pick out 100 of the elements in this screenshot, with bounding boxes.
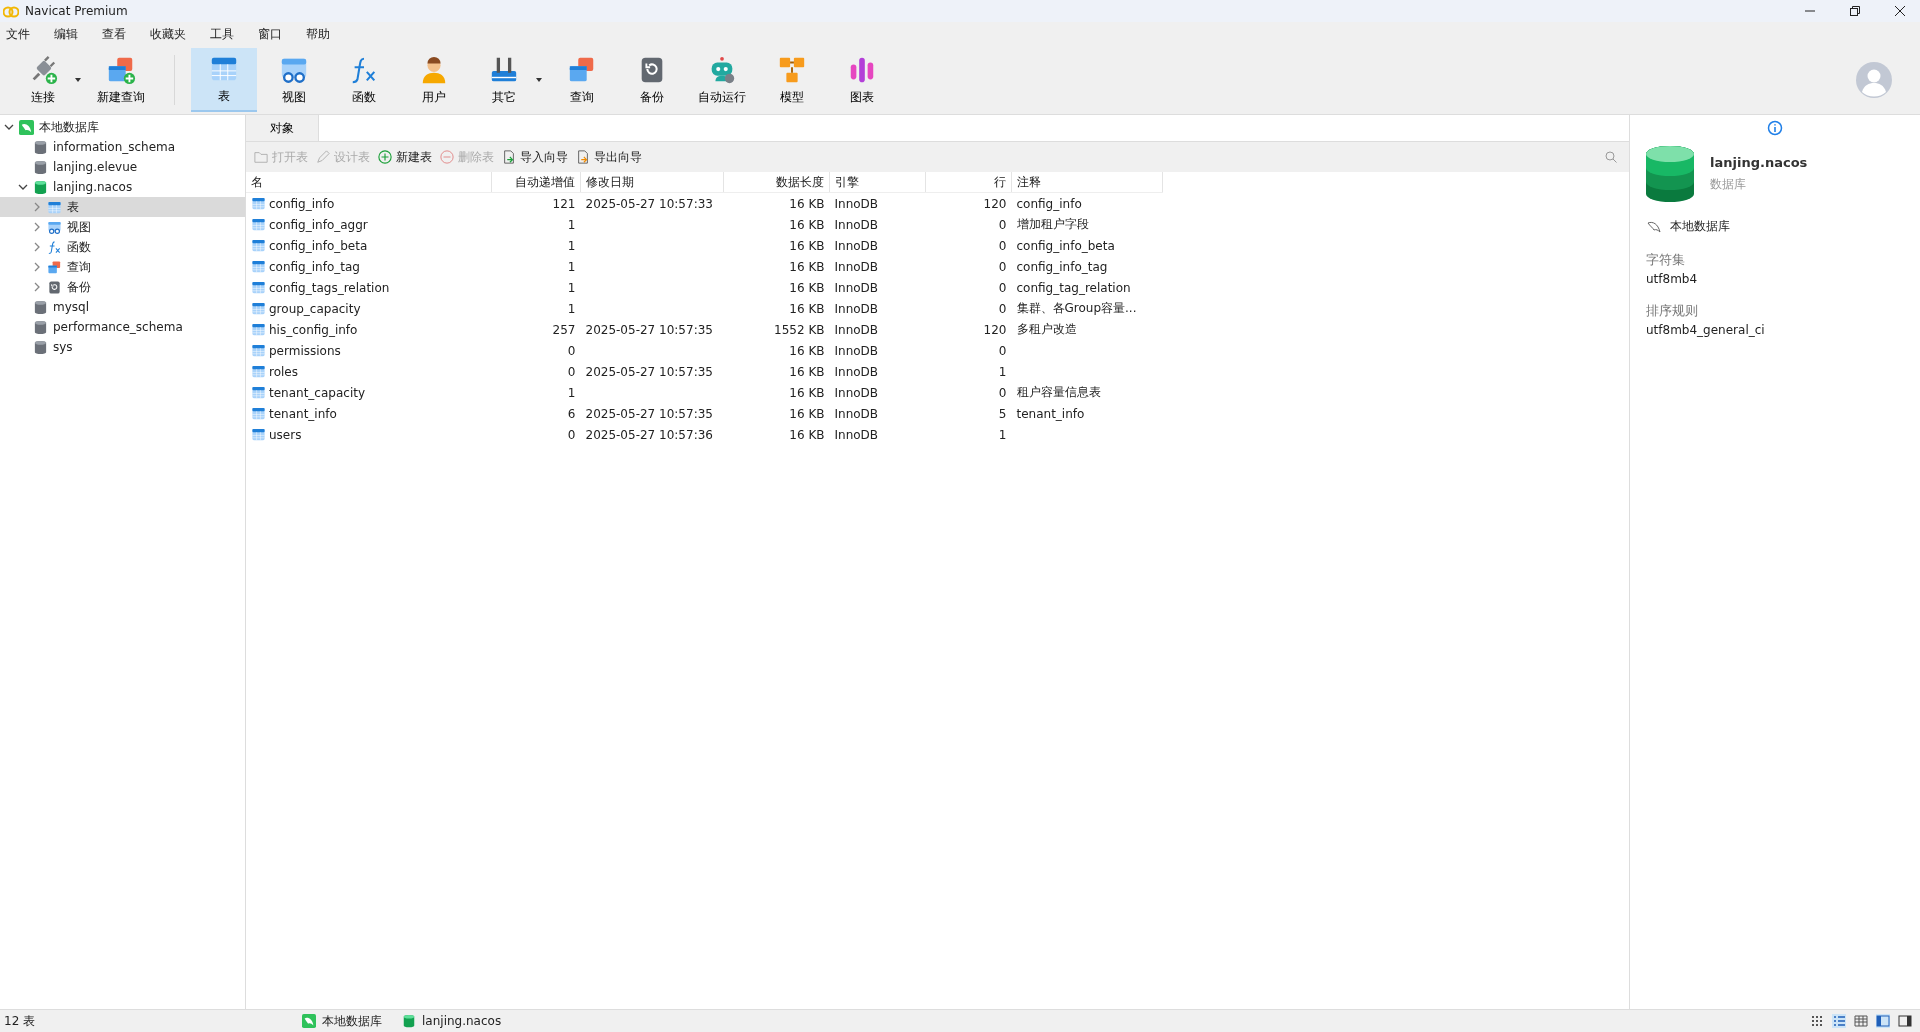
table-cell: config_info_aggr [269, 217, 368, 232]
table-cell: 1 [998, 364, 1007, 379]
toolbar-button[interactable]: 备份 [619, 48, 685, 112]
table-cell: 0 [998, 238, 1007, 253]
table-cell: 2025-05-27 10:57:35 [585, 364, 713, 379]
column-header[interactable]: 数据长度 [723, 172, 830, 193]
table-cell: 16 KB [789, 196, 825, 211]
view-icon [47, 219, 62, 235]
table-cell: config_info [269, 196, 335, 211]
column-header[interactable]: 名 [246, 172, 492, 193]
list-view-icon[interactable] [1832, 1014, 1846, 1028]
tree-item[interactable]: mysql [0, 297, 245, 317]
toolbar-button[interactable]: 连接 [10, 48, 76, 112]
table-cell: 1 [567, 217, 576, 232]
table-cell: 16 KB [789, 364, 825, 379]
column-header[interactable]: 引擎 [829, 172, 926, 193]
chevron-down-icon[interactable] [18, 182, 28, 192]
database-icon [33, 159, 48, 175]
toolbar-button[interactable]: 图表 [829, 48, 895, 112]
column-header[interactable]: 注释 [1011, 172, 1163, 193]
chevron-right-icon[interactable] [32, 242, 42, 252]
table-icon [251, 406, 266, 421]
tree-item[interactable]: lanjing.nacos [0, 177, 245, 197]
detail-view-icon[interactable] [1854, 1014, 1868, 1028]
table-cell: 16 KB [789, 427, 825, 442]
status-tab[interactable]: lanjing.nacos [402, 1014, 502, 1028]
toolbar-button[interactable]: 新建表 [374, 148, 436, 166]
table-cell: 1552 KB [774, 322, 825, 337]
search-icon[interactable] [1605, 151, 1617, 163]
toolbar-button[interactable]: 模型 [759, 48, 825, 112]
menu-item[interactable]: 文件 [6, 25, 30, 43]
toolbar-button[interactable]: 查询 [549, 48, 615, 112]
field-label: 排序规则 [1646, 302, 1699, 320]
menu-item[interactable]: 窗口 [258, 25, 282, 43]
menu-item[interactable]: 编辑 [54, 25, 78, 43]
chevron-right-icon[interactable] [32, 202, 42, 212]
chevron-right-icon[interactable] [32, 262, 42, 272]
table-cell: InnoDB [834, 427, 879, 442]
tree-item[interactable]: 本地数据库 [0, 117, 245, 137]
table-cell: tenant_capacity [269, 385, 366, 400]
table-icon [251, 301, 266, 316]
menu-item[interactable]: 收藏夹 [150, 25, 186, 43]
toolbar-button[interactable]: 表 [191, 48, 257, 112]
table-icon [251, 364, 266, 379]
chevron-right-icon[interactable] [32, 282, 42, 292]
column-header[interactable]: 自动递增值 [491, 172, 581, 193]
toolbar-button[interactable]: 视图 [261, 48, 327, 112]
database-type: 数据库 [1710, 176, 1747, 193]
toolbar-button[interactable]: 自动运行 [689, 48, 755, 112]
document-arrow-icon [502, 150, 516, 164]
add-icon [378, 150, 392, 164]
toolbar-button[interactable]: 导出向导 [572, 148, 646, 166]
connection-icon [19, 119, 34, 135]
table-cell: InnoDB [834, 280, 879, 295]
menu-item[interactable]: 帮助 [306, 25, 330, 43]
table-cell: 257 [552, 322, 576, 337]
panel-right-icon[interactable] [1898, 1014, 1912, 1028]
table-cell: 增加租户字段 [1016, 217, 1089, 231]
menu-item[interactable]: 查看 [102, 25, 126, 43]
table-cell: group_capacity [269, 301, 361, 316]
table-cell: config_info_tag [1016, 259, 1108, 274]
table-cell: 2025-05-27 10:57:35 [585, 322, 713, 337]
toolbar-button[interactable]: 其它 [471, 48, 537, 112]
table-icon [251, 238, 266, 253]
toolbar-button[interactable]: 新建查询 [88, 48, 154, 112]
table-cell: 16 KB [789, 217, 825, 232]
chevron-right-icon[interactable] [32, 222, 42, 232]
column-header[interactable]: 行 [925, 172, 1012, 193]
table-cell: InnoDB [834, 322, 879, 337]
column-header[interactable]: 修改日期 [580, 172, 724, 193]
caret-icon[interactable] [74, 77, 82, 83]
tree-item[interactable]: 视图 [0, 217, 245, 237]
toolbar-button[interactable]: 用户 [401, 48, 467, 112]
table-icon [251, 196, 266, 211]
menu-item[interactable]: 工具 [210, 25, 234, 43]
grid-view-icon[interactable] [1810, 1014, 1824, 1028]
window-title: Navicat Premium [25, 4, 128, 18]
panel-left-icon[interactable] [1876, 1014, 1890, 1028]
toolbar-button[interactable]: 函数 [331, 48, 397, 112]
table-cell: config_tags_relation [269, 280, 390, 295]
close-icon[interactable] [1894, 5, 1906, 17]
tree-item[interactable]: performance_schema [0, 317, 245, 337]
table-cell: 1 [567, 301, 576, 316]
connection-icon [302, 1014, 316, 1028]
status-tab[interactable]: 本地数据库 [302, 1012, 382, 1030]
tree-item[interactable]: sys [0, 337, 245, 357]
toolbar-button[interactable]: 导入向导 [498, 148, 572, 166]
tree-item[interactable]: information_schema [0, 137, 245, 157]
tree-item[interactable]: 查询 [0, 257, 245, 277]
tree-item[interactable]: 表 [0, 197, 245, 217]
info-icon[interactable] [1767, 120, 1783, 136]
table-cell: 2025-05-27 10:57:35 [585, 406, 713, 421]
restore-icon[interactable] [1849, 5, 1861, 17]
tree-item[interactable]: 函数 [0, 237, 245, 257]
caret-icon[interactable] [535, 77, 543, 83]
chevron-down-icon[interactable] [4, 122, 14, 132]
tab[interactable]: 对象 [246, 115, 319, 141]
table-cell: 0 [998, 280, 1007, 295]
tree-item[interactable]: 备份 [0, 277, 245, 297]
tree-item[interactable]: lanjing.elevue [0, 157, 245, 177]
